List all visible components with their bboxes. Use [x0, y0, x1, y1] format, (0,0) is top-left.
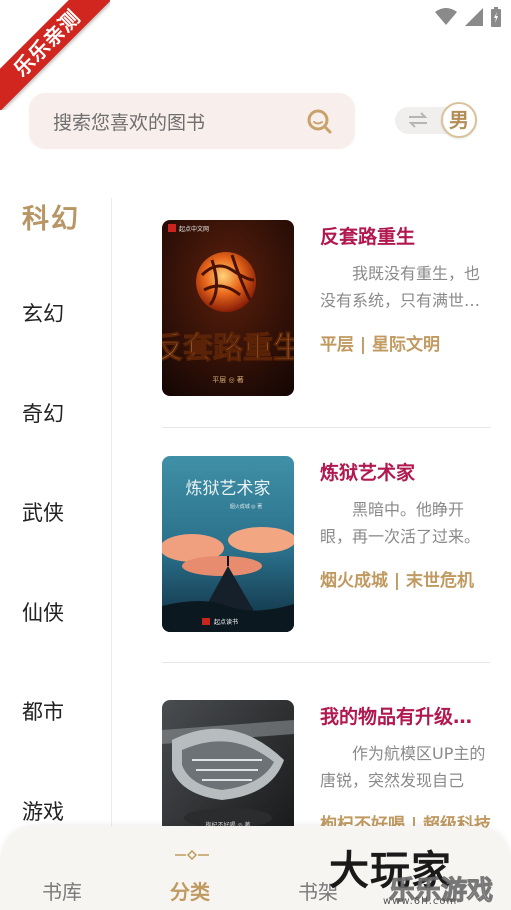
battery-icon	[491, 7, 501, 27]
gender-toggle[interactable]: 男	[395, 102, 481, 138]
cover-title: 反套路重生	[162, 331, 294, 366]
ribbon-text: 乐乐亲测	[0, 0, 110, 110]
corner-ribbon: 乐乐亲测	[0, 0, 110, 110]
book-cover[interactable]: 起点中文网 反套路重生 平层 ◎ 著	[162, 220, 294, 396]
cover-publisher: 起点中文网	[179, 225, 209, 233]
tab-indicator-icon	[175, 850, 209, 860]
book-description: 黑暗中。他睁开眼，再一次活了过来。	[320, 500, 481, 546]
book-description: 作为航模区UP主的唐锐，突然发现自己	[320, 744, 486, 790]
book-tags: 烟火成城 | 末世危机	[320, 571, 475, 591]
sidebar-divider	[111, 198, 112, 828]
list-divider	[162, 427, 490, 428]
tab-library[interactable]: 书库	[42, 876, 82, 905]
gender-knob[interactable]: 男	[441, 102, 477, 138]
wifi-icon	[435, 8, 457, 25]
book-title[interactable]: 反套路重生	[320, 222, 415, 249]
cover-publisher: 起点读书	[214, 618, 238, 626]
watermark-logo: 大玩家 乐乐游戏 www.6ll.com	[325, 838, 501, 908]
book-tags: 平层 | 星际文明	[320, 335, 441, 355]
category-item-fantasy[interactable]: 奇幻	[22, 398, 64, 428]
category-item-scifi[interactable]: 科幻	[22, 197, 80, 236]
category-item-xuanhuan[interactable]: 玄幻	[22, 298, 64, 328]
tab-category[interactable]: 分类	[170, 876, 210, 905]
swap-icon	[408, 112, 428, 128]
category-item-urban[interactable]: 都市	[22, 696, 64, 726]
search-placeholder[interactable]: 搜索您喜欢的图书	[53, 108, 305, 135]
cover-title: 炼狱艺术家	[186, 479, 271, 499]
list-divider	[162, 662, 490, 663]
book-title[interactable]: 炼狱艺术家	[320, 458, 415, 485]
search-icon[interactable]	[305, 107, 333, 135]
category-item-xianxia[interactable]: 仙侠	[22, 597, 64, 627]
cover-author: 烟火成城 ◎ 著	[230, 503, 263, 510]
cover-author: 平层 ◎ 著	[212, 375, 244, 384]
watermark-url: www.6ll.com	[383, 896, 458, 907]
signal-icon	[465, 8, 483, 26]
book-description: 我既没有重生，也没有系统，只有满世界的	[320, 264, 481, 310]
category-item-game[interactable]: 游戏	[22, 796, 64, 826]
book-cover[interactable]: 炼狱艺术家 烟火成城 ◎ 著 起点读书	[162, 456, 294, 632]
book-title[interactable]: 我的物品有升级面板	[320, 702, 490, 729]
category-item-wuxia[interactable]: 武侠	[22, 497, 64, 527]
